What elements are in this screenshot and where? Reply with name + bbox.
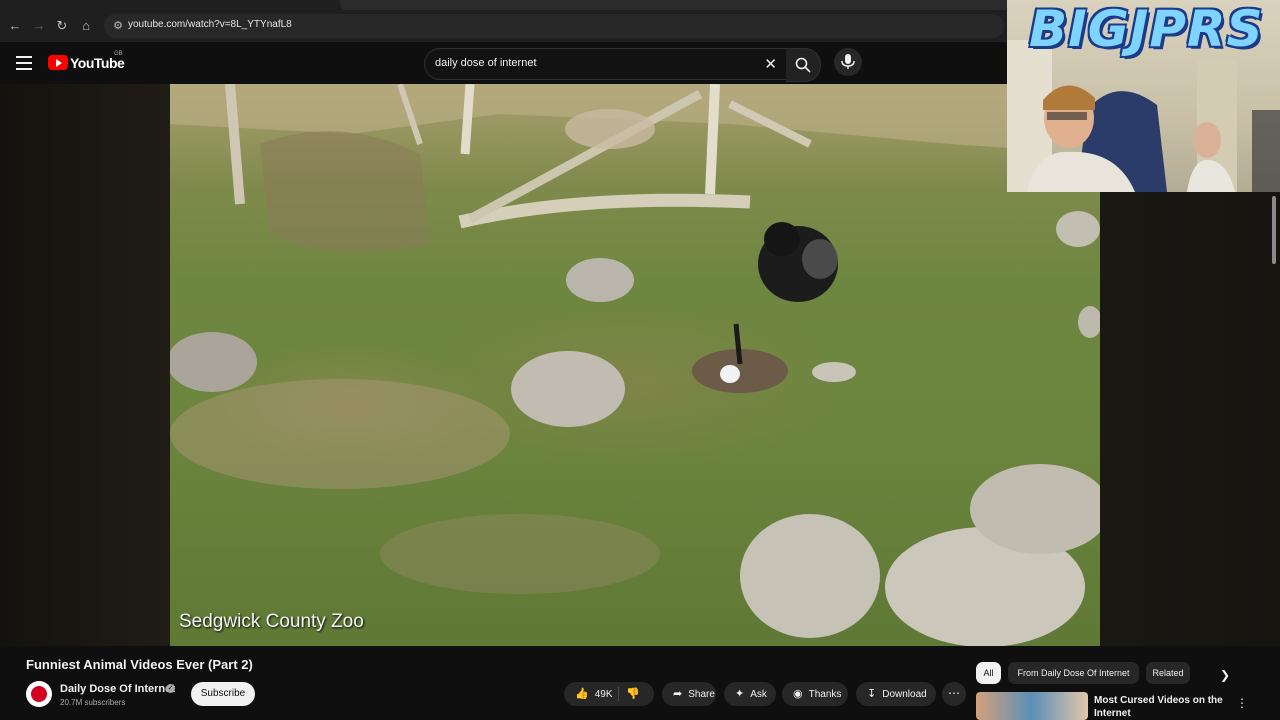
chip-related[interactable]: Related: [1146, 662, 1190, 684]
chip-all[interactable]: All: [976, 662, 1001, 684]
chevron-right-icon[interactable]: ❯: [1220, 668, 1230, 682]
youtube-play-icon: [48, 55, 68, 70]
sparkle-icon: ✦: [735, 688, 745, 700]
share-icon: ➦: [673, 688, 683, 700]
search-button[interactable]: [786, 48, 821, 82]
home-icon[interactable]: ⌂: [77, 17, 95, 35]
clear-search-icon[interactable]: ✕: [764, 55, 777, 73]
channel-name[interactable]: Daily Dose Of Internet: [60, 683, 175, 695]
voice-search-button[interactable]: [834, 48, 862, 76]
download-icon: ↧: [867, 688, 877, 700]
video-caption: Sedgwick County Zoo: [179, 611, 364, 632]
logo-country: GB: [114, 51, 123, 57]
share-label: Share: [688, 689, 715, 700]
video-title: Funniest Animal Videos Ever (Part 2): [26, 657, 253, 672]
address-url: youtube.com/watch?v=8L_YTYnafL8: [128, 19, 292, 30]
recommended-title[interactable]: Most Cursed Videos on the Internet: [1094, 694, 1224, 720]
like-dislike-group: 👍 49K 👎: [564, 682, 654, 706]
address-bar[interactable]: ⚙ youtube.com/watch?v=8L_YTYnafL8: [104, 14, 1004, 38]
thanks-button[interactable]: ◉ Thanks: [782, 682, 848, 706]
reload-icon[interactable]: ↻: [53, 17, 71, 35]
chip-from-channel[interactable]: From Daily Dose Of Internet: [1008, 662, 1139, 684]
subscriber-count: 20.7M subscribers: [60, 698, 126, 707]
thanks-icon: ◉: [793, 688, 803, 700]
share-button[interactable]: ➦ Share: [662, 682, 716, 706]
streamer-webcam-overlay: BIGJPRS: [1007, 0, 1280, 192]
scrollbar-thumb[interactable]: [1272, 196, 1276, 264]
active-tab[interactable]: [340, 0, 1020, 10]
more-actions-icon[interactable]: ⋯: [942, 682, 966, 706]
forward-icon[interactable]: →: [30, 17, 48, 35]
subscribe-button[interactable]: Subscribe: [191, 682, 255, 706]
page-scrollbar[interactable]: [1270, 196, 1278, 716]
dislike-icon[interactable]: 👎: [626, 682, 640, 706]
microphone-icon: [841, 54, 855, 69]
back-icon[interactable]: ←: [6, 17, 24, 35]
ask-button[interactable]: ✦ Ask: [724, 682, 776, 706]
ask-label: Ask: [750, 689, 767, 700]
recommended-menu-icon[interactable]: ⋮: [1236, 696, 1248, 710]
logo-text: YouTube: [70, 55, 125, 71]
channel-avatar[interactable]: [26, 681, 52, 707]
search-query: daily dose of internet: [435, 57, 537, 69]
site-info-icon[interactable]: ⚙: [110, 18, 126, 34]
recommended-thumbnail[interactable]: [976, 692, 1088, 720]
menu-icon[interactable]: [16, 56, 32, 70]
search-icon: [795, 57, 811, 73]
download-label: Download: [882, 689, 927, 700]
like-icon[interactable]: 👍: [575, 682, 589, 706]
verified-icon: ✓: [166, 684, 175, 693]
video-scene-image: [170, 84, 1100, 646]
like-count[interactable]: 49K: [595, 689, 613, 700]
video-frame[interactable]: Sedgwick County Zoo: [170, 84, 1100, 646]
search-input[interactable]: daily dose of internet ✕: [424, 48, 788, 80]
webcam-banner: BIGJPRS: [1029, 0, 1264, 58]
download-button[interactable]: ↧ Download: [856, 682, 936, 706]
thanks-label: Thanks: [808, 689, 842, 700]
like-divider: [618, 687, 619, 701]
